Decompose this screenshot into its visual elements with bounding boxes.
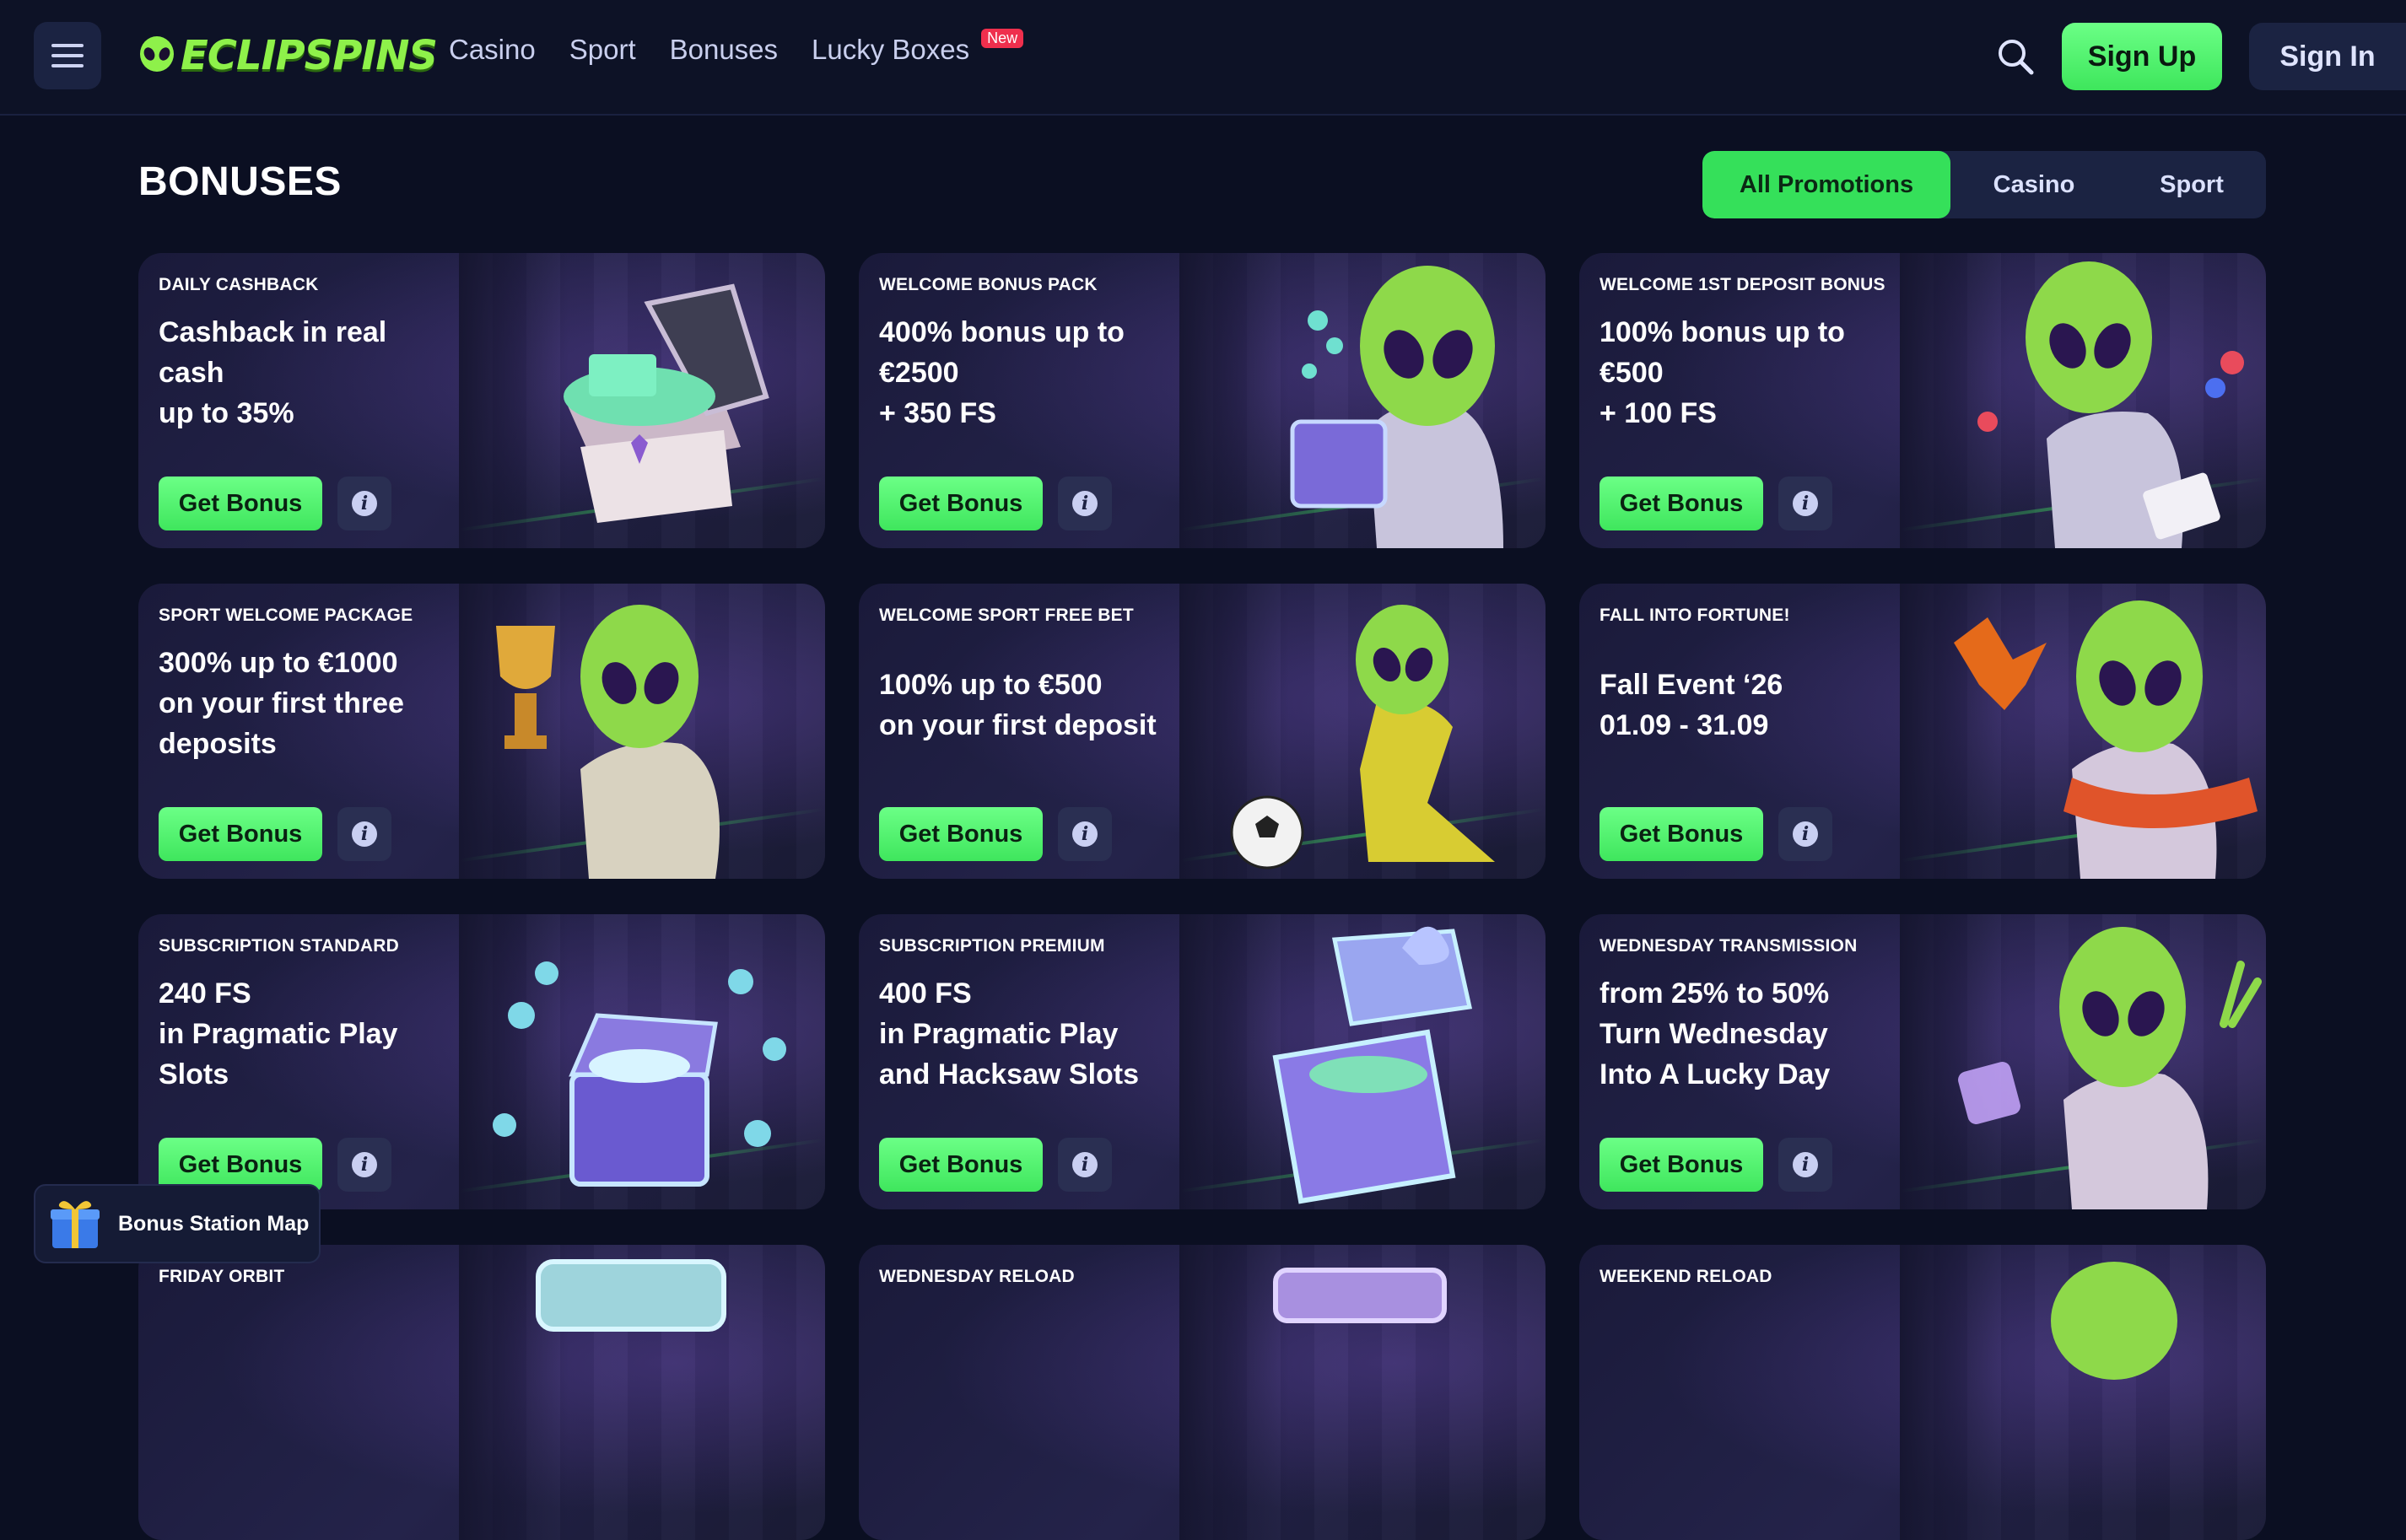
info-icon: i xyxy=(1072,1152,1098,1177)
info-icon: i xyxy=(1072,491,1098,516)
info-icon: i xyxy=(1793,821,1818,847)
chest-top-icon xyxy=(1273,1268,1447,1323)
tab-sport[interactable]: Sport xyxy=(2117,151,2266,218)
bonus-card: FALL INTO FORTUNE! Fall Event ‘26 01.09 … xyxy=(1579,584,2266,879)
bonus-station-map-button[interactable]: Bonus Station Map xyxy=(34,1184,321,1263)
card-title: from 25% to 50% Turn Wednesday Into A Lu… xyxy=(1600,977,1831,1090)
bonus-card: WEEKEND RELOAD xyxy=(1579,1245,2266,1540)
alien-head-icon xyxy=(140,36,174,72)
gift-icon xyxy=(51,1201,100,1248)
card-category: WEEKEND RELOAD xyxy=(1600,1267,1772,1286)
card-category: WEDNESDAY RELOAD xyxy=(879,1267,1075,1286)
card-category: SUBSCRIPTION PREMIUM xyxy=(879,936,1105,956)
card-category: WELCOME BONUS PACK xyxy=(879,275,1098,294)
machine-icon xyxy=(536,1259,726,1332)
bonus-station-label: Bonus Station Map xyxy=(118,1211,310,1236)
sign-in-button[interactable]: Sign In xyxy=(2249,23,2406,90)
info-button[interactable]: i xyxy=(1058,807,1112,861)
tab-all-promotions[interactable]: All Promotions xyxy=(1702,151,1950,218)
tab-casino[interactable]: Casino xyxy=(1950,151,2117,218)
page-title: BONUSES xyxy=(138,159,342,204)
card-category: WELCOME 1ST DEPOSIT BONUS xyxy=(1600,275,1885,294)
get-bonus-button[interactable]: Get Bonus xyxy=(1600,807,1763,861)
treasure-chest-icon xyxy=(564,283,769,523)
card-category: WEDNESDAY TRANSMISSION xyxy=(1600,936,1858,956)
bonus-card: FRIDAY ORBIT xyxy=(138,1245,825,1540)
hamburger-icon xyxy=(51,44,84,47)
menu-button[interactable] xyxy=(34,22,101,89)
bonus-card: SPORT WELCOME PACKAGE 300% up to €1000 o… xyxy=(138,584,825,879)
card-title: Fall Event ‘26 01.09 - 31.09 xyxy=(1600,669,1783,741)
get-bonus-button[interactable]: Get Bonus xyxy=(879,1138,1043,1192)
alien-with-box-icon xyxy=(1290,266,1503,548)
nav-lucky-boxes[interactable]: Lucky Boxes New xyxy=(812,29,1024,66)
info-icon: i xyxy=(1793,1152,1818,1177)
nav-lucky-boxes-label: Lucky Boxes xyxy=(812,34,970,65)
search-icon[interactable] xyxy=(1994,35,2036,78)
info-button[interactable]: i xyxy=(1778,807,1832,861)
card-title: 300% up to €1000 on your first three dep… xyxy=(159,647,404,760)
card-category: FALL INTO FORTUNE! xyxy=(1600,606,1790,625)
top-header: ECLIPSPINS Casino Sport Bonuses Lucky Bo… xyxy=(0,0,2406,116)
info-button[interactable]: i xyxy=(1058,477,1112,530)
promotion-filter-tabs: All Promotions Casino Sport xyxy=(1702,151,2266,218)
alien-head-icon xyxy=(2051,1262,2177,1380)
card-title: 100% bonus up to €500 + 100 FS xyxy=(1600,316,1845,429)
bonus-card: SUBSCRIPTION STANDARD 240 FS in Pragmati… xyxy=(138,914,825,1209)
alien-with-cards-icon xyxy=(1977,261,2244,548)
info-button[interactable]: i xyxy=(337,807,391,861)
bonus-card: SUBSCRIPTION PREMIUM 400 FS in Pragmatic… xyxy=(859,914,1546,1209)
card-title: 400 FS in Pragmatic Play and Hacksaw Slo… xyxy=(879,977,1140,1090)
get-bonus-button[interactable]: Get Bonus xyxy=(879,477,1043,530)
get-bonus-button[interactable]: Get Bonus xyxy=(159,807,322,861)
info-icon: i xyxy=(352,491,377,516)
bonus-card: WEDNESDAY RELOAD xyxy=(859,1245,1546,1540)
card-title: 400% bonus up to €2500 + 350 FS xyxy=(879,316,1125,429)
get-bonus-button[interactable]: Get Bonus xyxy=(1600,477,1763,530)
info-icon: i xyxy=(1793,491,1818,516)
nav-casino[interactable]: Casino xyxy=(449,34,536,66)
coin-chest-icon xyxy=(493,961,786,1187)
bonus-card: WEDNESDAY TRANSMISSION from 25% to 50% T… xyxy=(1579,914,2266,1209)
card-category: FRIDAY ORBIT xyxy=(159,1267,285,1286)
card-title: 240 FS in Pragmatic Play Slots xyxy=(159,977,398,1090)
card-category: SUBSCRIPTION STANDARD xyxy=(159,936,399,956)
info-button[interactable]: i xyxy=(1778,1138,1832,1192)
get-bonus-button[interactable]: Get Bonus xyxy=(1600,1138,1763,1192)
card-category: SPORT WELCOME PACKAGE xyxy=(159,606,413,625)
alien-with-trophy-icon xyxy=(496,605,720,879)
logo-text: ECLIPSPINS xyxy=(181,32,438,79)
info-button[interactable]: i xyxy=(1058,1138,1112,1192)
bonus-card: WELCOME 1ST DEPOSIT BONUS 100% bonus up … xyxy=(1579,253,2266,548)
nav-bonuses[interactable]: Bonuses xyxy=(670,34,778,66)
card-category: WELCOME SPORT FREE BET xyxy=(879,606,1134,625)
alien-autumn-icon xyxy=(1954,600,2258,879)
card-title: Cashback in real cash up to 35% xyxy=(159,316,387,429)
card-title: 100% up to €500 on your first deposit xyxy=(879,669,1157,741)
new-badge: New xyxy=(981,29,1024,48)
info-icon: i xyxy=(352,821,377,847)
main-nav: Casino Sport Bonuses Lucky Boxes New xyxy=(449,29,1024,66)
sign-up-button[interactable]: Sign Up xyxy=(2062,23,2222,90)
bonus-card: DAILY CASHBACK Cashback in real cash up … xyxy=(138,253,825,548)
card-category: DAILY CASHBACK xyxy=(159,275,319,294)
info-button[interactable]: i xyxy=(337,477,391,530)
info-button[interactable]: i xyxy=(1778,477,1832,530)
info-icon: i xyxy=(1072,821,1098,847)
bonus-card: WELCOME SPORT FREE BET 100% up to €500 o… xyxy=(859,584,1546,879)
info-icon: i xyxy=(352,1152,377,1177)
alien-dice-icon xyxy=(1958,927,2262,1209)
nav-sport[interactable]: Sport xyxy=(569,34,636,66)
get-bonus-button[interactable]: Get Bonus xyxy=(159,477,322,530)
info-button[interactable]: i xyxy=(337,1138,391,1192)
bonus-card: WELCOME BONUS PACK 400% bonus up to €250… xyxy=(859,253,1546,548)
site-logo[interactable]: ECLIPSPINS xyxy=(138,29,438,83)
gift-box-icon xyxy=(1272,926,1473,1204)
alien-football-icon xyxy=(1230,605,1495,870)
get-bonus-button[interactable]: Get Bonus xyxy=(879,807,1043,861)
